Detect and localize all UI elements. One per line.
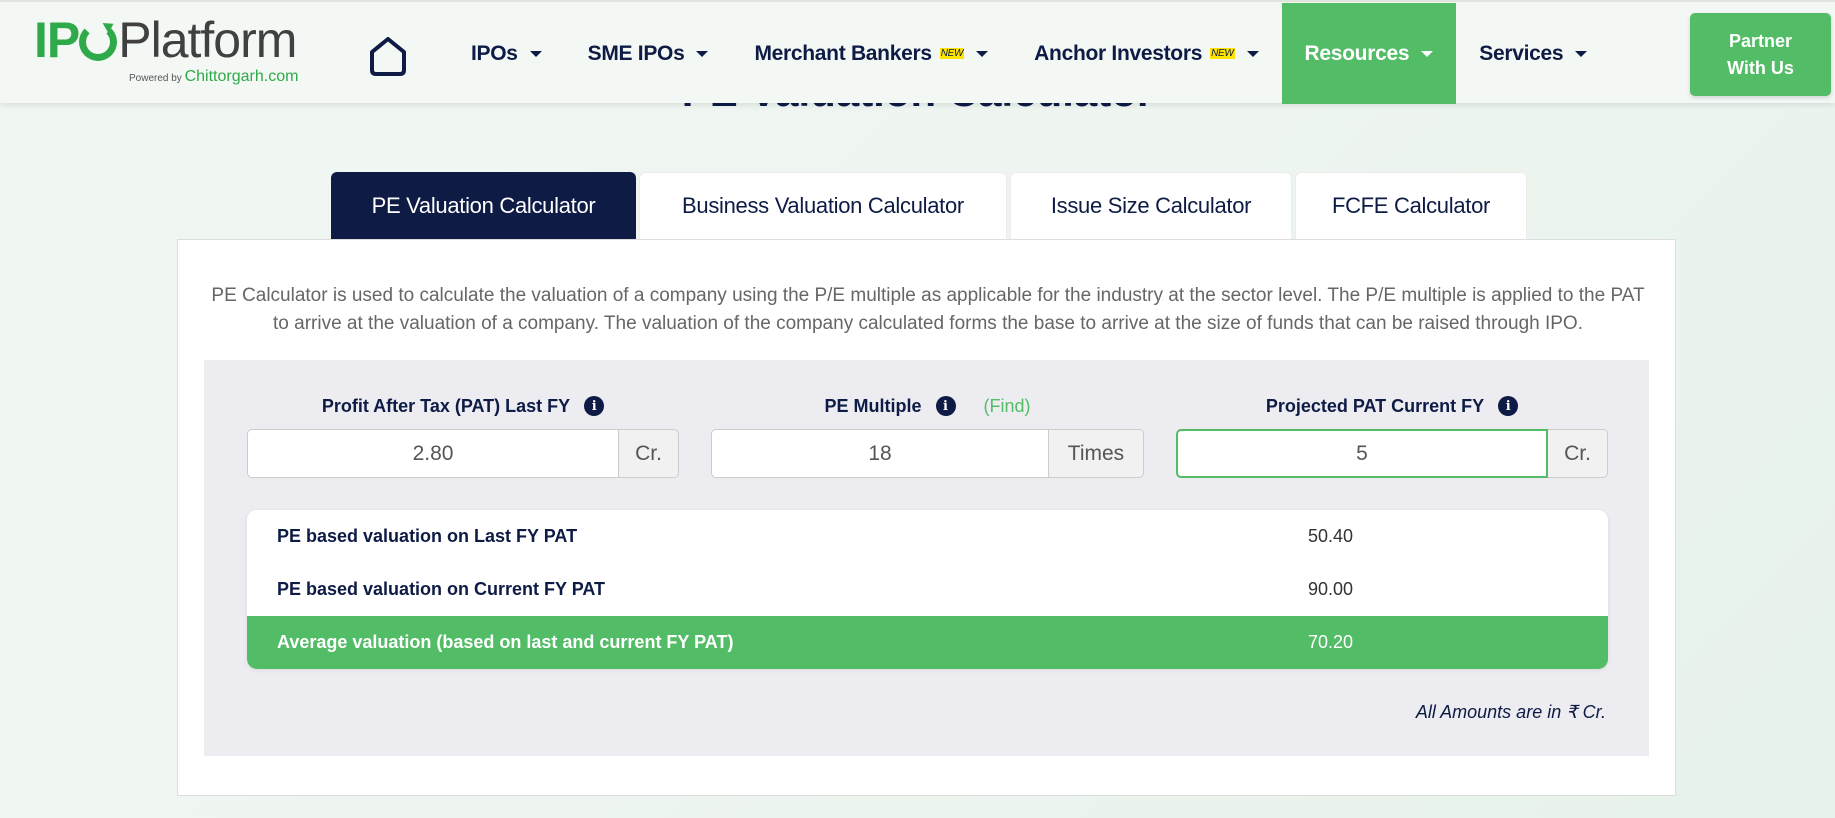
unit-addon: Times (1049, 429, 1144, 478)
caret-down-icon (1246, 50, 1259, 57)
nav-resources[interactable]: Resources (1281, 3, 1457, 104)
valuation-results: PE based valuation on Last FY PAT 50.40 … (247, 510, 1608, 669)
pat-current-fy-input[interactable] (1176, 429, 1548, 478)
caret-down-icon (529, 50, 542, 57)
result-row-average: Average valuation (based on last and cur… (247, 616, 1608, 669)
tab-issue-size[interactable]: Issue Size Calculator (1010, 172, 1292, 239)
home-icon[interactable] (368, 36, 408, 76)
powered-by-label: Powered by (129, 73, 182, 84)
calculator-panel: Profit After Tax (PAT) Last FY i Cr. PE … (204, 360, 1649, 756)
unit-addon: Cr. (619, 429, 679, 478)
pe-multiple-label: PE Multiple (824, 395, 922, 416)
amount-units-note: All Amounts are in ₹ Cr. (1415, 702, 1606, 722)
caret-down-icon (1575, 50, 1588, 57)
tab-business-valuation[interactable]: Business Valuation Calculator (639, 172, 1007, 239)
site-header: IP Platform Powered by Chittorgarh.com IP… (0, 0, 1835, 105)
pat-last-fy-input[interactable] (247, 429, 619, 478)
find-pe-link[interactable]: (Find) (984, 396, 1031, 417)
tab-pe-valuation[interactable]: PE Valuation Calculator (331, 172, 636, 239)
pat-last-fy-label: Profit After Tax (PAT) Last FY (321, 395, 571, 416)
new-badge: NEW (1210, 48, 1235, 59)
info-icon[interactable]: i (1498, 396, 1519, 416)
result-value: 50.40 (1308, 526, 1354, 546)
partner-with-us-button[interactable]: Partner With Us (1690, 13, 1831, 96)
calculator-tabs: PE Valuation Calculator Business Valuati… (331, 172, 1527, 239)
pat-current-fy-field: Projected PAT Current FY i Cr. (1176, 394, 1608, 478)
pat-last-fy-field: Profit After Tax (PAT) Last FY i Cr. (247, 394, 679, 478)
nav-merchant-bankers[interactable]: Merchant Bankers NEW (731, 3, 1011, 104)
nav-anchor-investors[interactable]: Anchor Investors NEW (1011, 3, 1281, 104)
logo-suffix: Platform (118, 12, 297, 68)
info-icon[interactable]: i (935, 396, 956, 416)
new-badge: NEW (939, 48, 965, 59)
result-value: 70.20 (1308, 632, 1354, 652)
nav-services[interactable]: Services (1456, 3, 1610, 104)
logo-refresh-o-icon (79, 23, 118, 61)
caret-down-icon (1421, 50, 1434, 57)
ipo-platform-logo[interactable]: IP Platform Powered by Chittorgarh.com (34, 14, 334, 94)
caret-down-icon (976, 50, 989, 57)
logo-prefix: IP (34, 12, 80, 68)
pe-multiple-input[interactable] (711, 429, 1049, 478)
nav-sme-ipos[interactable]: SME IPOs (565, 3, 732, 104)
result-row-last-fy: PE based valuation on Last FY PAT 50.40 (247, 510, 1608, 563)
unit-addon: Cr. (1548, 429, 1608, 478)
pe-multiple-field: PE Multiple i (Find) Times (711, 394, 1144, 478)
calculator-description: PE Calculator is used to calculate the v… (211, 285, 1645, 334)
powered-by-site: Chittorgarh.com (184, 68, 299, 85)
info-icon[interactable]: i (584, 396, 605, 416)
nav-ipos[interactable]: IPOs (448, 3, 565, 104)
result-row-current-fy: PE based valuation on Current FY PAT 90.… (247, 563, 1608, 616)
pat-current-fy-label: Projected PAT Current FY (1265, 395, 1485, 416)
result-value: 90.00 (1308, 579, 1354, 599)
caret-down-icon (696, 50, 709, 57)
calculator-card: PE Calculator is used to calculate the v… (177, 239, 1676, 796)
tab-fcfe[interactable]: FCFE Calculator (1295, 172, 1527, 239)
main-nav: IPOs SME IPOs Merchant Bankers NEW Ancho… (448, 2, 1610, 105)
